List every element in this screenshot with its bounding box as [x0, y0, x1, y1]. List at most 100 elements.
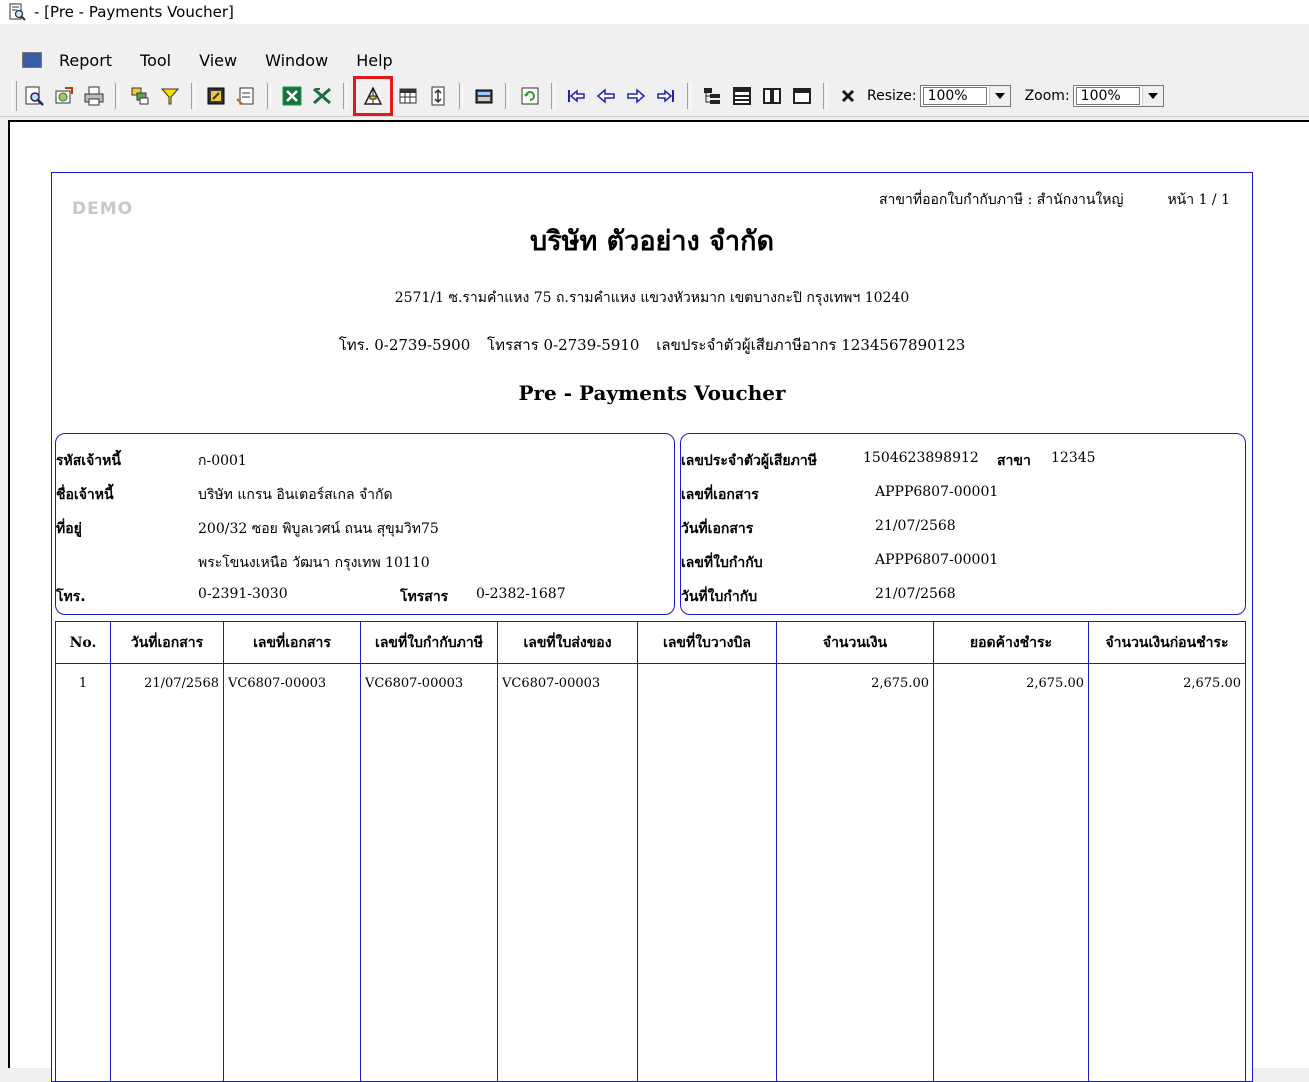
first-page-icon	[568, 89, 585, 103]
tax-info-box: เลขประจำตัวผู้เสียภาษี 1504623898912 สาข…	[680, 433, 1246, 615]
creditor-name: บริษัท แกรน อินเตอร์สเกล จำกัด	[198, 487, 393, 503]
docno-label: เลขที่เอกสาร	[681, 487, 759, 503]
columns-button[interactable]	[759, 83, 785, 109]
invno-label: เลขที่ใบกำกับ	[681, 555, 763, 571]
invdate: 21/07/2568	[875, 586, 956, 602]
creditor-address-1: 200/32 ซอย พิบูลเวศน์ ถนน สุขุมวิท75	[198, 521, 439, 537]
print-icon	[84, 86, 104, 106]
company-contact: โทร. 0-2739-5900 โทรสาร 0-2739-5910 เลขป…	[52, 333, 1252, 357]
group-button[interactable]	[127, 83, 153, 109]
export-button[interactable]	[51, 83, 77, 109]
company-tax-id: เลขประจำตัวผู้เสียภาษีอากร 1234567890123	[656, 336, 966, 354]
menu-tool[interactable]: Tool	[137, 50, 174, 71]
table-cell: VC6807-00003	[365, 676, 464, 691]
taxid-label: เลขประจำตัวผู้เสียภาษี	[681, 453, 817, 469]
resize-select[interactable]: 100%	[919, 85, 1011, 107]
fit-height-icon	[431, 86, 445, 106]
table-cell: 1	[78, 676, 88, 691]
zoom-value: 100%	[1075, 87, 1140, 105]
filter-button[interactable]	[157, 83, 183, 109]
excel-export-button[interactable]	[309, 83, 335, 109]
creditor-fax: 0-2382-1687	[476, 586, 566, 602]
columns-icon	[763, 88, 781, 104]
creditor-code: ก-0001	[198, 453, 247, 469]
table-cell	[638, 664, 776, 676]
toolbar-separator	[459, 83, 463, 109]
toolbar-separator	[115, 83, 119, 109]
preview-button[interactable]	[21, 83, 47, 109]
menu-window[interactable]: Window	[262, 50, 331, 71]
refresh-button[interactable]	[517, 83, 543, 109]
demo-watermark: DEMO	[72, 199, 134, 219]
resize-dropdown-arrow[interactable]	[988, 86, 1010, 106]
last-page-button[interactable]	[653, 83, 679, 109]
calculator-icon	[475, 89, 493, 104]
close-icon	[841, 89, 855, 103]
creditor-tel-label: โทร.	[56, 589, 86, 605]
table-cell: 21/07/2568	[144, 676, 219, 691]
table-cell: VC6807-00003	[502, 676, 601, 691]
calculator-button[interactable]	[471, 83, 497, 109]
page-setup-icon	[236, 87, 254, 105]
creditor-code-label: รหัสเจ้าหนี้	[56, 453, 121, 469]
grid-button[interactable]	[395, 83, 421, 109]
design-icon	[207, 87, 225, 105]
page-number: หน้า 1 / 1	[1167, 192, 1230, 208]
first-page-button[interactable]	[563, 83, 589, 109]
resize-label: Resize:	[867, 88, 917, 104]
preview-icon	[25, 86, 44, 106]
issuing-branch: สาขาที่ออกใบกำกับภาษี : สำนักงานใหญ่	[879, 192, 1124, 208]
docdate-label: วันที่เอกสาร	[681, 521, 754, 537]
table-header: No.	[56, 622, 110, 664]
menu-help[interactable]: Help	[353, 50, 395, 71]
menu-report[interactable]: Report	[56, 50, 115, 71]
toolbar-grip[interactable]	[12, 81, 17, 111]
toolbar-separator	[343, 83, 347, 109]
design-button[interactable]	[203, 83, 229, 109]
mdi-window-icon[interactable]	[22, 52, 42, 68]
menu-bar: Report Tool View Window Help	[0, 48, 1309, 72]
pen-design-button[interactable]	[353, 76, 393, 116]
rows-icon	[733, 87, 751, 105]
prev-page-button[interactable]	[593, 83, 619, 109]
page-setup-button[interactable]	[233, 83, 259, 109]
voucher-table: No. 1 วันที่เอกสาร 21/07/2568 เลขที่เอกส…	[55, 621, 1246, 1082]
toolbar-separator	[551, 83, 555, 109]
docno: APPP6807-00001	[875, 484, 999, 500]
company-phone: โทร. 0-2739-5900	[338, 336, 471, 354]
next-page-button[interactable]	[623, 83, 649, 109]
close-button[interactable]	[835, 83, 861, 109]
document-title: Pre - Payments Voucher	[518, 381, 786, 405]
col-billing-no: เลขที่ใบวางบิล	[638, 622, 777, 1082]
table-header: เลขที่ใบส่งของ	[498, 622, 637, 664]
window-button[interactable]	[789, 83, 815, 109]
creditor-tel: 0-2391-3030	[198, 586, 288, 602]
resize-value: 100%	[922, 87, 987, 105]
col-tax-invoice-no: เลขที่ใบกำกับภาษี VC6807-00003	[361, 622, 498, 1082]
company-address: 2571/1 ซ.รามคำแหง 75 ถ.รามคำแหง แขวงหัวห…	[394, 290, 910, 306]
tree-button[interactable]	[699, 83, 725, 109]
pen-design-icon	[363, 86, 383, 105]
refresh-icon	[521, 87, 539, 105]
fit-height-button[interactable]	[425, 83, 451, 109]
table-cell: 2,675.00	[1183, 676, 1241, 691]
toolbar-separator	[191, 83, 195, 109]
branch-line: สาขาที่ออกใบกำกับภาษี : สำนักงานใหญ่ หน้า…	[879, 189, 1230, 211]
creditor-address-label: ที่อยู่	[56, 521, 82, 537]
report-workspace[interactable]: DEMO สาขาที่ออกใบกำกับภาษี : สำนักงานใหญ…	[8, 120, 1309, 1082]
table-header: จำนวนเงิน	[777, 622, 933, 664]
export-icon	[55, 87, 73, 104]
print-button[interactable]	[81, 83, 107, 109]
col-amount: จำนวนเงิน 2,675.00	[777, 622, 934, 1082]
next-page-icon	[627, 88, 646, 104]
zoom-select[interactable]: 100%	[1072, 85, 1164, 107]
rows-button[interactable]	[729, 83, 755, 109]
creditor-address-2: พระโขนงเหนือ วัฒนา กรุงเทพ 10110	[198, 555, 430, 571]
zoom-dropdown-arrow[interactable]	[1141, 86, 1163, 106]
excel-button[interactable]	[279, 83, 305, 109]
excel-export-icon	[313, 87, 331, 105]
table-cell: VC6807-00003	[228, 676, 327, 691]
toolbar-separator	[267, 83, 271, 109]
window-icon	[793, 88, 811, 104]
menu-view[interactable]: View	[196, 50, 240, 71]
